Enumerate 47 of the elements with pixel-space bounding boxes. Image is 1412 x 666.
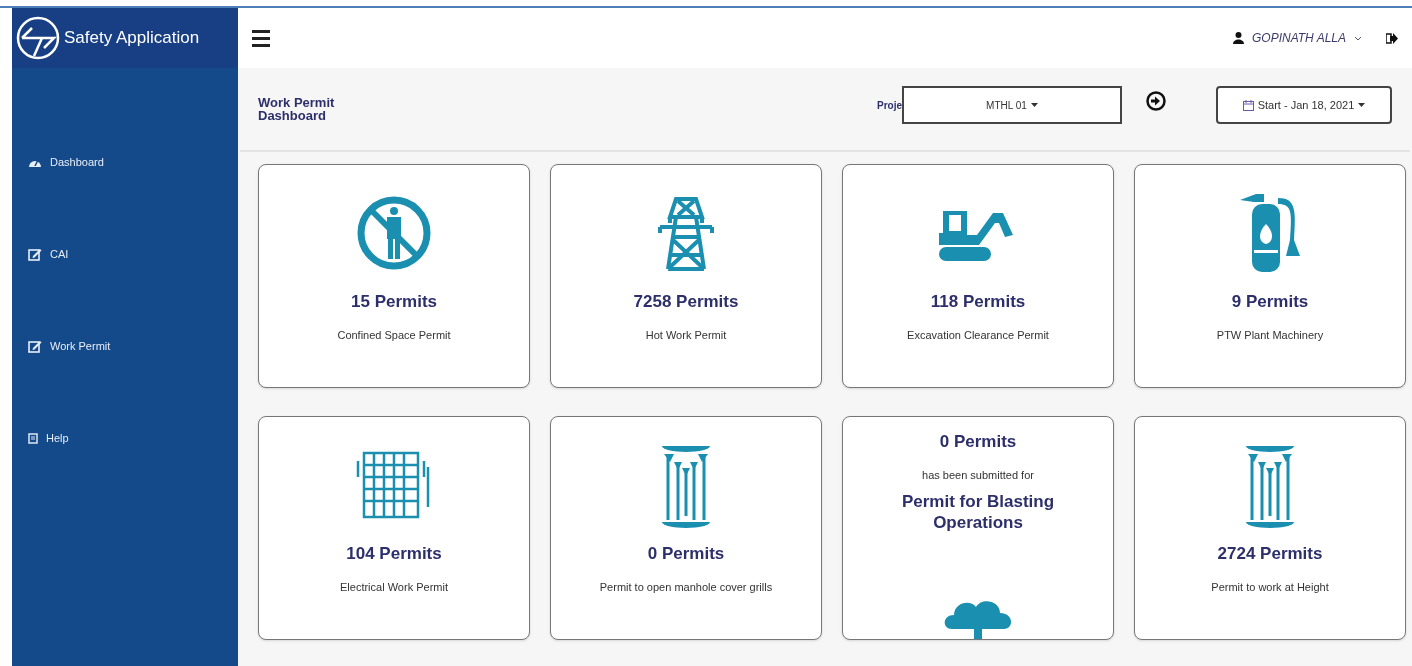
permit-card[interactable]: 104 Permits Electrical Work Permit	[258, 416, 530, 640]
permit-card[interactable]: 0 Permits Permit to open manhole cover grills	[550, 416, 822, 640]
permit-type: Confined Space Permit	[337, 327, 451, 343]
project-label: Proje	[877, 98, 902, 113]
menu-icon[interactable]	[252, 29, 270, 47]
go-arrow-icon[interactable]	[1146, 91, 1166, 111]
permit-count: 0 Permits	[939, 431, 1017, 453]
permit-card[interactable]: 118 Permits Excavation Clearance Permit	[842, 164, 1114, 388]
edit-icon	[28, 339, 42, 353]
permit-count: 118 Permits	[930, 291, 1026, 313]
permit-card[interactable]: 15 Permits Confined Space Permit	[258, 164, 530, 388]
chevron-down-icon	[1354, 35, 1362, 41]
permit-type: Permit to open manhole cover grills	[599, 579, 773, 595]
edit-icon	[28, 247, 42, 261]
caret-icon	[1030, 103, 1038, 107]
permit-type: Excavation Clearance Permit	[907, 327, 1049, 343]
permit-count: 15 Permits	[351, 291, 437, 313]
book-icon	[28, 432, 38, 444]
permit-card[interactable]: 2724 Permits Permit to work at Height	[1134, 416, 1406, 640]
sidebar-item[interactable]: Dashboard	[28, 150, 238, 174]
project-dropdown[interactable]: MTHL 01	[902, 86, 1122, 124]
calendar-icon	[1242, 99, 1254, 111]
permit-type: Permit for Blasting Operations	[900, 491, 1056, 534]
user-icon	[1232, 32, 1244, 44]
permit-count: 0 Permits	[647, 543, 725, 565]
app-title: Safety Application	[64, 27, 200, 50]
sidebar-item[interactable]: Work Permit	[28, 334, 238, 358]
permit-count: 104 Permits	[346, 543, 442, 565]
caret-icon	[1358, 103, 1366, 107]
permit-count: 9 Permits	[1231, 291, 1309, 313]
logo-icon	[16, 16, 60, 60]
permit-card[interactable]: 0 Permits has been submitted for Permit for Blasting Operations	[842, 416, 1114, 640]
logout-icon[interactable]	[1386, 32, 1398, 44]
submitted-note: has been submitted for	[922, 467, 1034, 483]
permit-card[interactable]: 9 Permits PTW Plant Machinery	[1134, 164, 1406, 388]
permit-card[interactable]: 7258 Permits Hot Work Permit	[550, 164, 822, 388]
user-menu[interactable]: GOPINATH ALLA	[1232, 29, 1362, 47]
date-range-picker[interactable]: Start - Jan 18, 2021	[1216, 86, 1392, 124]
permit-type: Electrical Work Permit	[340, 579, 448, 595]
page-title: Work Permit Dashboard	[258, 96, 336, 122]
permit-count: 2724 Permits	[1217, 543, 1323, 565]
permit-count: 7258 Permits	[633, 291, 739, 313]
permit-type: PTW Plant Machinery	[1216, 327, 1324, 343]
permit-type: Permit to work at Height	[1211, 579, 1329, 595]
sidebar-item[interactable]: CAI	[28, 242, 238, 266]
sidebar-item[interactable]: Help	[28, 426, 238, 450]
permit-type: Hot Work Permit	[645, 327, 727, 343]
